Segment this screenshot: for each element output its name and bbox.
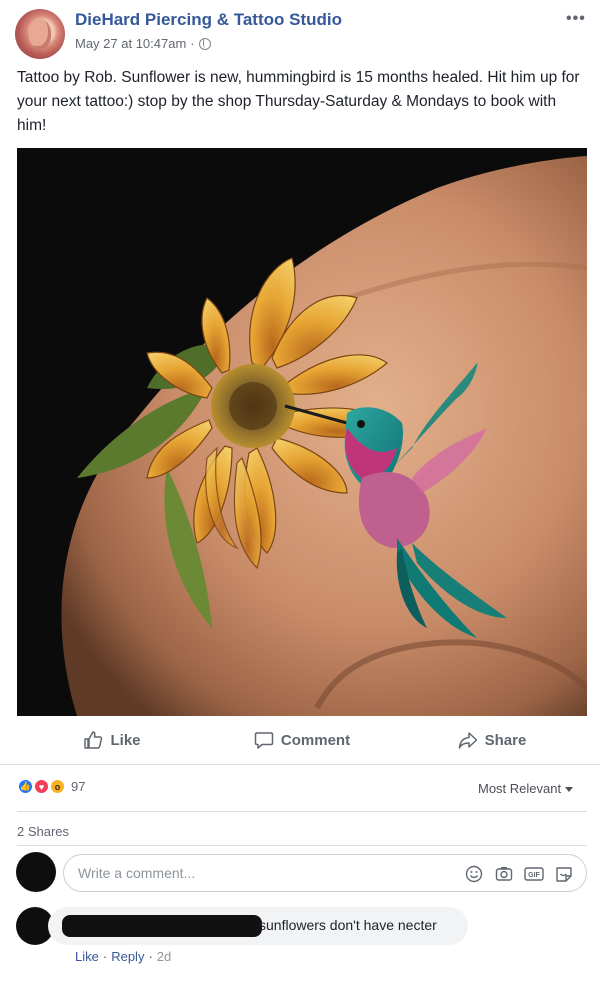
comment-input[interactable] <box>78 863 438 883</box>
camera-icon[interactable] <box>494 864 514 884</box>
comment-sort-dropdown[interactable]: Most Relevant <box>478 781 574 796</box>
wow-reaction-icon: o <box>49 778 66 795</box>
separator-dot: · <box>102 949 108 964</box>
comment-input-box[interactable]: GIF <box>63 854 587 892</box>
post-action-bar: Like Comment Share <box>17 722 587 758</box>
comment-bubble: sunflowers don't have necter <box>48 907 468 945</box>
comment-like-link[interactable]: Like <box>75 949 99 964</box>
thumbs-up-icon <box>84 731 103 749</box>
post-header: DieHard Piercing & Tattoo Studio May 27 … <box>0 0 600 62</box>
comment-button[interactable]: Comment <box>207 722 397 758</box>
comment-actions: Like · Reply · 2d <box>75 949 171 964</box>
share-button[interactable]: Share <box>397 722 587 758</box>
reaction-count: 97 <box>71 779 86 794</box>
shares-count-link[interactable]: 2 Shares <box>17 824 69 839</box>
comment-reply-link[interactable]: Reply <box>111 949 144 964</box>
comment-input-icons: GIF <box>464 864 574 884</box>
post-photo[interactable] <box>17 148 587 716</box>
divider <box>0 764 600 765</box>
comment-sort-label: Most Relevant <box>478 781 562 796</box>
sticker-icon[interactable] <box>554 864 574 884</box>
page-name-link[interactable]: DieHard Piercing & Tattoo Studio <box>75 10 342 30</box>
like-button[interactable]: Like <box>17 722 207 758</box>
like-button-label: Like <box>110 731 141 749</box>
reactions-summary[interactable]: 👍 ♥ o 97 <box>17 778 85 795</box>
page-avatar[interactable] <box>15 9 65 59</box>
separator-dot: · <box>148 949 153 964</box>
love-reaction-icon: ♥ <box>33 778 50 795</box>
emoji-icon[interactable] <box>464 864 484 884</box>
divider <box>17 811 587 812</box>
like-reaction-icon: 👍 <box>17 778 34 795</box>
redacted-commenter-name <box>62 915 262 937</box>
post-text: Tattoo by Rob. Sunflower is new, humming… <box>17 69 580 134</box>
more-options-icon[interactable]: ••• <box>566 10 586 28</box>
post-meta: May 27 at 10:47am · <box>75 36 211 51</box>
current-user-avatar <box>16 852 56 892</box>
comment-icon <box>254 732 274 749</box>
comment-timestamp[interactable]: 2d <box>157 949 171 964</box>
divider <box>17 845 587 846</box>
share-button-label: Share <box>484 731 527 749</box>
meta-separator: · <box>190 36 195 51</box>
post-date-link[interactable]: May 27 at 10:47am <box>75 36 186 51</box>
svg-text:GIF: GIF <box>528 872 540 879</box>
chevron-down-icon <box>565 787 574 793</box>
comment-text: sunflowers don't have necter <box>259 917 437 933</box>
comment-button-label: Comment <box>280 731 351 749</box>
gif-icon[interactable]: GIF <box>524 864 544 884</box>
globe-icon[interactable] <box>198 37 211 50</box>
share-arrow-icon <box>458 732 477 749</box>
